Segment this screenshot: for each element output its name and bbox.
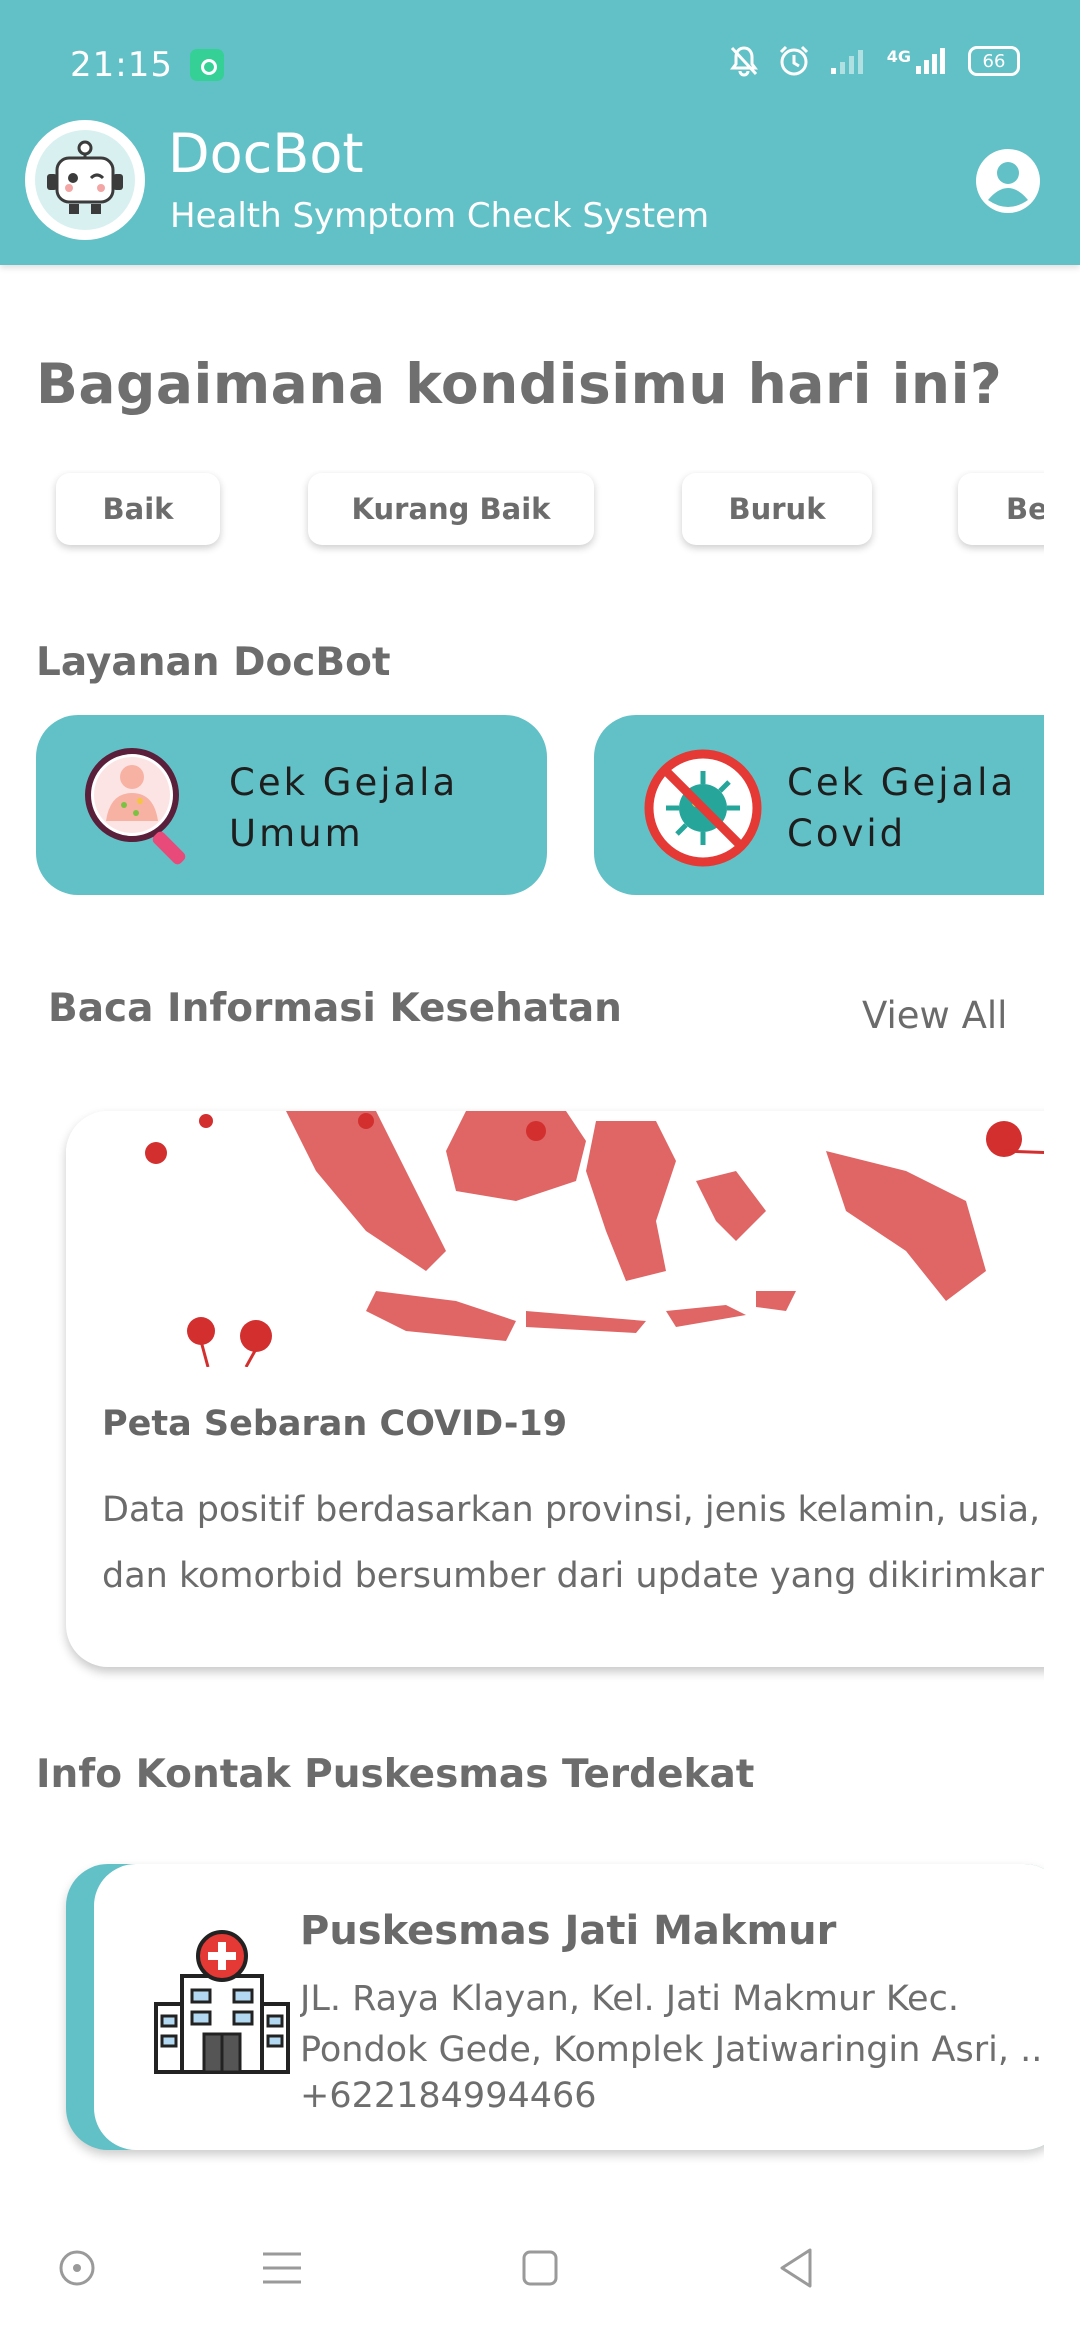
service-card-umum[interactable]: Cek Gejala Umum [36, 715, 547, 895]
magnifier-body-icon [85, 748, 186, 865]
menu-nav-icon[interactable] [252, 2238, 312, 2298]
system-nav-bar [0, 2200, 1080, 2340]
status-icons: 4G 66 [729, 44, 1020, 78]
contact-address-line-2: Pondok Gede, Komplek Jatiwaringin Asri, … [300, 2030, 1044, 2070]
mood-option-kurang-baik[interactable]: Kurang Baik [308, 473, 594, 545]
services-list: Cek Gejala Umum Cek Gejala Covid [0, 700, 1044, 910]
network-4g-icon: 4G [887, 46, 950, 76]
bell-off-icon [729, 46, 758, 77]
mood-option-baik[interactable]: Baik [56, 473, 220, 545]
hospital-icon [154, 1930, 290, 2074]
news-title: Baca Informasi Kesehatan [48, 986, 622, 1031]
signal-strong-icon [916, 48, 945, 74]
home-nav-icon[interactable] [510, 2238, 570, 2298]
contact-name: Puskesmas Jati Makmur [300, 1908, 837, 1954]
assistant-nav-icon[interactable] [47, 2238, 107, 2298]
mood-option-buruk[interactable]: Buruk [682, 473, 872, 545]
no-virus-icon [644, 749, 762, 867]
notification-chip-icon [190, 49, 224, 81]
service-label-umum: Cek Gejala Umum [229, 761, 459, 855]
contact-address-line-1: JL. Raya Klayan, Kel. Jati Makmur Kec. [300, 1979, 959, 2019]
robot-logo-icon [25, 120, 145, 240]
news-item-desc: Data positif berdasarkan provinsi, jenis… [102, 1477, 1044, 1609]
news-desc-line-1: Data positif berdasarkan provinsi, jenis… [102, 1490, 1044, 1530]
account-circle-icon[interactable] [975, 148, 1041, 214]
battery-icon: 66 [968, 46, 1020, 76]
services-title: Layanan DocBot [36, 640, 391, 685]
news-list: Peta Sebaran COVID-19 Data positif berda… [0, 1100, 1044, 1700]
contact-card-body: Puskesmas Jati Makmur JL. Raya Klayan, K… [94, 1864, 1044, 2150]
mood-options: Baik Kurang Baik Buruk Be [0, 470, 1044, 560]
service-label-covid: Cek Gejala Covid [787, 761, 1017, 855]
contacts-title: Info Kontak Puskesmas Terdekat [36, 1752, 755, 1797]
network-label: 4G [886, 47, 911, 66]
app-subtitle: Health Symptom Check System [170, 196, 710, 236]
app-header: 21:15 4G 66 DocBot Health Symptom Check … [0, 0, 1080, 265]
news-card[interactable]: Peta Sebaran COVID-19 Data positif berda… [66, 1111, 1044, 1667]
view-all-link[interactable]: View All [862, 994, 1007, 1037]
indonesia-map-image [66, 1111, 1044, 1367]
mood-option-partial[interactable]: Be [958, 473, 1044, 545]
contact-address: JL. Raya Klayan, Kel. Jati Makmur Kec. P… [300, 1974, 1044, 2076]
battery-level: 66 [982, 50, 1006, 72]
contact-phone[interactable]: +622184994466 [300, 2076, 597, 2116]
alarm-icon [779, 45, 808, 76]
news-item-title: Peta Sebaran COVID-19 [102, 1404, 568, 1444]
news-desc-line-2: dan komorbid bersumber dari update yang … [102, 1556, 1044, 1596]
status-time: 21:15 [70, 45, 173, 85]
contact-card[interactable]: Puskesmas Jati Makmur JL. Raya Klayan, K… [66, 1864, 1044, 2150]
app-title: DocBot [168, 122, 364, 185]
contacts-list: Puskesmas Jati Makmur JL. Raya Klayan, K… [0, 1850, 1044, 2180]
mood-question: Bagaimana kondisimu hari ini? [36, 352, 1003, 416]
signal-weak-icon [830, 50, 863, 74]
service-card-covid[interactable]: Cek Gejala Covid [594, 715, 1044, 895]
back-nav-icon[interactable] [766, 2238, 826, 2298]
